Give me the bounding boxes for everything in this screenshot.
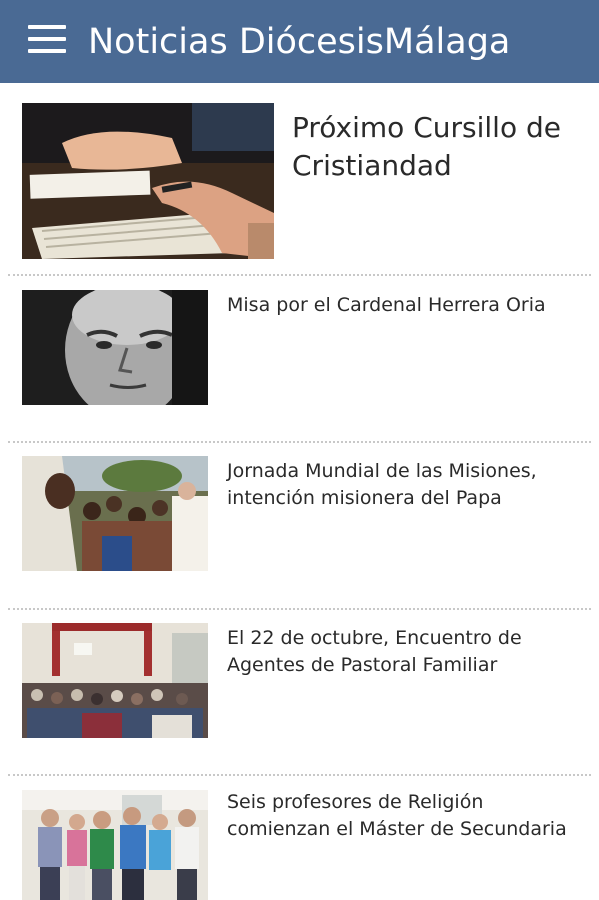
divider [8, 774, 591, 776]
hamburger-menu-icon[interactable] [28, 25, 66, 53]
assembly-hall-photo [22, 623, 208, 738]
divider [8, 608, 591, 610]
app-window: Noticias DiócesisMálaga Próximo Cursillo… [0, 0, 599, 900]
divider [8, 274, 591, 276]
teachers-group-photo [22, 790, 208, 900]
bible-reading-photo [22, 103, 274, 259]
menu-bar-line [28, 25, 66, 29]
news-headline: El 22 de octubre, Encuentro de Agentes d… [227, 627, 522, 676]
pope-missions-photo [22, 456, 208, 571]
news-item-4[interactable]: El 22 de octubre, Encuentro de Agentes d… [0, 623, 599, 773]
news-item-5[interactable]: Seis profesores de Religión comienzan el… [0, 790, 599, 900]
app-title: Noticias DiócesisMálaga [88, 22, 511, 62]
news-item-2[interactable]: Misa por el Cardenal Herrera Oria [0, 290, 599, 440]
menu-bar-line [28, 37, 66, 41]
cardinal-portrait-photo [22, 290, 208, 405]
news-headline: Jornada Mundial de las Misiones, intenci… [227, 460, 537, 509]
news-headline: Próximo Cursillo de Cristiandad [292, 111, 561, 182]
divider [8, 441, 591, 443]
news-item-3[interactable]: Jornada Mundial de las Misiones, intenci… [0, 456, 599, 606]
news-headline: Seis profesores de Religión comienzan el… [227, 791, 567, 840]
menu-bar-line [28, 49, 66, 53]
news-headline: Misa por el Cardenal Herrera Oria [227, 294, 546, 316]
news-item-1[interactable]: Próximo Cursillo de Cristiandad [0, 103, 599, 281]
app-bar: Noticias DiócesisMálaga [0, 0, 599, 83]
